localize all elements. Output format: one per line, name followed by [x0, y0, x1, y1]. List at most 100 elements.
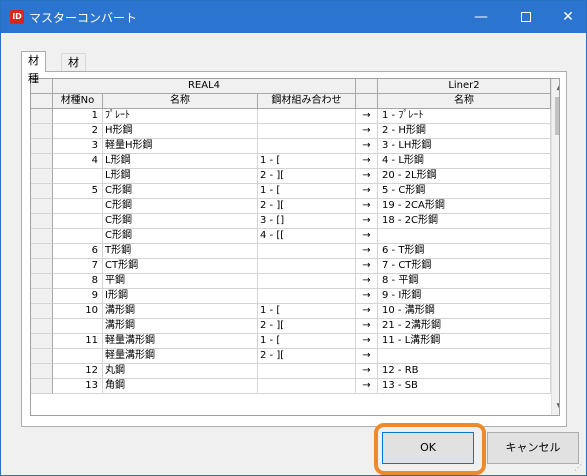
table-row[interactable]: 3 軽量H形鋼 → 3 - LH形鋼 — [31, 139, 551, 154]
cell-name[interactable]: I形鋼 — [103, 289, 258, 304]
cell-combo[interactable]: 1 - [ — [258, 154, 356, 169]
cell-no[interactable]: 12 — [53, 364, 103, 379]
cell-liner-name[interactable]: 2 - H形鋼 — [378, 124, 551, 139]
cell-arrow[interactable]: → — [356, 169, 378, 184]
cell-no[interactable]: 3 — [53, 139, 103, 154]
cell-liner-name[interactable]: 21 - 2溝形鋼 — [378, 319, 551, 334]
cell-liner-name[interactable]: 3 - LH形鋼 — [378, 139, 551, 154]
cell-combo[interactable] — [258, 274, 356, 289]
cell-name[interactable]: CT形鋼 — [103, 259, 258, 274]
resize-grip-icon[interactable]: ⋰ — [574, 463, 584, 473]
cell-combo[interactable]: 2 - ][ — [258, 319, 356, 334]
cell-name[interactable]: C形鋼 — [103, 199, 258, 214]
cell-name[interactable]: L形鋼 — [103, 169, 258, 184]
table-row[interactable]: 13 角鋼 → 13 - SB — [31, 379, 551, 394]
cell-name[interactable]: L形鋼 — [103, 154, 258, 169]
table-row[interactable]: 7 CT形鋼 → 7 - CT形鋼 — [31, 259, 551, 274]
cell-liner-name[interactable]: 12 - RB — [378, 364, 551, 379]
tab-material-grade[interactable]: 材質 — [61, 53, 86, 87]
cell-arrow[interactable]: → — [356, 109, 378, 124]
cell-combo[interactable] — [258, 139, 356, 154]
col-header-liner-name[interactable]: 名称 — [378, 94, 551, 109]
table-row[interactable]: 4 L形鋼 1 - [→ 4 - L形鋼 — [31, 154, 551, 169]
cell-arrow[interactable]: → — [356, 259, 378, 274]
cell-arrow[interactable]: → — [356, 379, 378, 394]
tab-material-type[interactable]: 材種 — [21, 51, 46, 85]
row-header[interactable] — [31, 229, 53, 244]
row-header[interactable] — [31, 199, 53, 214]
ok-button[interactable]: OK — [382, 432, 474, 464]
cell-no[interactable]: 2 — [53, 124, 103, 139]
cell-combo[interactable] — [258, 259, 356, 274]
cancel-button[interactable]: キャンセル — [487, 432, 579, 464]
cell-name[interactable]: T形鋼 — [103, 244, 258, 259]
col-header-combo[interactable]: 鋼材組み合わせ — [258, 94, 356, 109]
cell-name[interactable]: 軽量溝形鋼 — [103, 349, 258, 364]
table-row[interactable]: 軽量溝形鋼 2 - ][→ — [31, 349, 551, 364]
cell-name[interactable]: 平鋼 — [103, 274, 258, 289]
cell-no[interactable]: 7 — [53, 259, 103, 274]
cell-name[interactable]: C形鋼 — [103, 214, 258, 229]
row-header[interactable] — [31, 319, 53, 334]
table-row[interactable]: 5 C形鋼 1 - [→ 5 - C形鋼 — [31, 184, 551, 199]
cell-name[interactable]: H形鋼 — [103, 124, 258, 139]
col-header-name[interactable]: 名称 — [103, 94, 258, 109]
cell-name[interactable]: 溝形鋼 — [103, 304, 258, 319]
cell-liner-name[interactable]: 18 - 2C形鋼 — [378, 214, 551, 229]
cell-combo[interactable]: 1 - [ — [258, 334, 356, 349]
maximize-button[interactable] — [506, 1, 546, 33]
scroll-down-icon[interactable]: ▼ — [552, 399, 559, 415]
table-row[interactable]: 9 I形鋼 → 9 - I形鋼 — [31, 289, 551, 304]
col-header-no[interactable]: 材種No — [53, 94, 103, 109]
close-button[interactable]: ✕ — [548, 1, 587, 33]
cell-no[interactable]: 9 — [53, 289, 103, 304]
cell-no[interactable]: 4 — [53, 154, 103, 169]
row-header[interactable] — [31, 379, 53, 394]
cell-arrow[interactable]: → — [356, 244, 378, 259]
cell-combo[interactable] — [258, 364, 356, 379]
cell-combo[interactable]: 4 - [[ — [258, 229, 356, 244]
cell-liner-name[interactable] — [378, 229, 551, 244]
table-row[interactable]: 8 平鋼 → 8 - 平鋼 — [31, 274, 551, 289]
row-header[interactable] — [31, 139, 53, 154]
cell-liner-name[interactable]: 13 - SB — [378, 379, 551, 394]
table-row[interactable]: C形鋼 4 - [[→ — [31, 229, 551, 244]
minimize-button[interactable]: — — [461, 1, 501, 33]
cell-combo[interactable]: 3 - [] — [258, 214, 356, 229]
cell-no[interactable]: 5 — [53, 184, 103, 199]
row-header[interactable] — [31, 154, 53, 169]
cell-arrow[interactable]: → — [356, 214, 378, 229]
cell-arrow[interactable]: → — [356, 274, 378, 289]
cell-combo[interactable]: 2 - ][ — [258, 349, 356, 364]
cell-arrow[interactable]: → — [356, 229, 378, 244]
cell-name[interactable]: C形鋼 — [103, 229, 258, 244]
cell-no[interactable]: 11 — [53, 334, 103, 349]
row-header[interactable] — [31, 214, 53, 229]
cell-combo[interactable]: 2 - ][ — [258, 199, 356, 214]
cell-arrow[interactable]: → — [356, 304, 378, 319]
row-header[interactable] — [31, 274, 53, 289]
vertical-scrollbar[interactable]: ▲ ▼ — [551, 79, 559, 415]
title-bar[interactable]: ID マスターコンバート — ✕ — [1, 1, 586, 33]
cell-no[interactable] — [53, 319, 103, 334]
cell-arrow[interactable]: → — [356, 319, 378, 334]
cell-combo[interactable]: 1 - [ — [258, 304, 356, 319]
row-header[interactable] — [31, 364, 53, 379]
cell-name[interactable]: 溝形鋼 — [103, 319, 258, 334]
row-header[interactable] — [31, 334, 53, 349]
table-row[interactable]: 1 ﾌﾟﾚｰﾄ → 1 - ﾌﾟﾚｰﾄ — [31, 109, 551, 124]
cell-name[interactable]: C形鋼 — [103, 184, 258, 199]
scroll-up-icon[interactable]: ▲ — [552, 79, 559, 95]
cell-liner-name[interactable]: 4 - L形鋼 — [378, 154, 551, 169]
cell-combo[interactable] — [258, 244, 356, 259]
table-row[interactable]: 2 H形鋼 → 2 - H形鋼 — [31, 124, 551, 139]
table-row[interactable]: 10 溝形鋼 1 - [→ 10 - 溝形鋼 — [31, 304, 551, 319]
cell-arrow[interactable]: → — [356, 199, 378, 214]
table-row[interactable]: 6 T形鋼 → 6 - T形鋼 — [31, 244, 551, 259]
cell-arrow[interactable]: → — [356, 349, 378, 364]
cell-name[interactable]: 軽量溝形鋼 — [103, 334, 258, 349]
cell-combo[interactable] — [258, 124, 356, 139]
cell-no[interactable] — [53, 199, 103, 214]
table-row[interactable]: C形鋼 2 - ][→ 19 - 2CA形鋼 — [31, 199, 551, 214]
cell-no[interactable]: 13 — [53, 379, 103, 394]
